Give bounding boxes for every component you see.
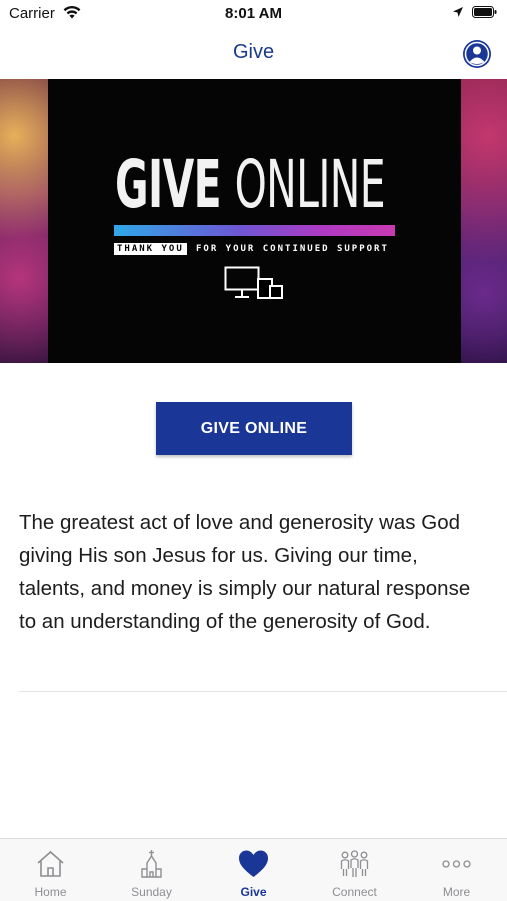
tab-label-more: More	[442, 885, 471, 899]
tab-label-connect: Connect	[332, 885, 377, 899]
status-bar: Carrier 8:01 AM	[0, 0, 507, 28]
more-dots-icon	[442, 860, 471, 868]
location-arrow-icon	[453, 7, 463, 17]
tab-bar: Home Sunday Give Connect More	[0, 838, 507, 901]
tab-label-sunday: Sunday	[131, 885, 172, 899]
status-time: 8:01 AM	[225, 5, 282, 22]
page-title: Give	[232, 41, 275, 63]
give-online-button[interactable]: GIVE ONLINE	[156, 402, 352, 455]
devices-icon	[224, 266, 283, 299]
banner-headline: GIVE ONLINE	[115, 152, 386, 218]
banner-support-text: FOR YOUR CONTINUED SUPPORT	[196, 244, 389, 254]
banner-thank-you: THANK YOU	[114, 243, 187, 255]
banner-headline-light: ONLINE	[234, 146, 386, 223]
tab-give[interactable]: Give	[203, 839, 304, 901]
divider	[19, 691, 507, 692]
banner-texture-right	[461, 79, 507, 363]
people-icon	[340, 850, 369, 877]
church-icon	[141, 850, 162, 878]
tab-label-home: Home	[34, 885, 67, 899]
banner-headline-bold: GIVE	[115, 146, 222, 223]
banner-texture-left	[0, 79, 48, 363]
heart-icon	[239, 850, 268, 877]
tab-label-give: Give	[240, 885, 267, 899]
tab-sunday[interactable]: Sunday	[101, 839, 202, 901]
tab-home[interactable]: Home	[0, 839, 101, 901]
battery-icon	[472, 6, 497, 18]
tab-connect[interactable]: Connect	[304, 839, 405, 901]
tab-more[interactable]: More	[406, 839, 507, 901]
profile-icon[interactable]	[462, 39, 492, 69]
banner-gradient-bar	[114, 225, 395, 236]
give-description: The greatest act of love and generosity …	[19, 511, 471, 633]
home-icon	[37, 850, 64, 877]
